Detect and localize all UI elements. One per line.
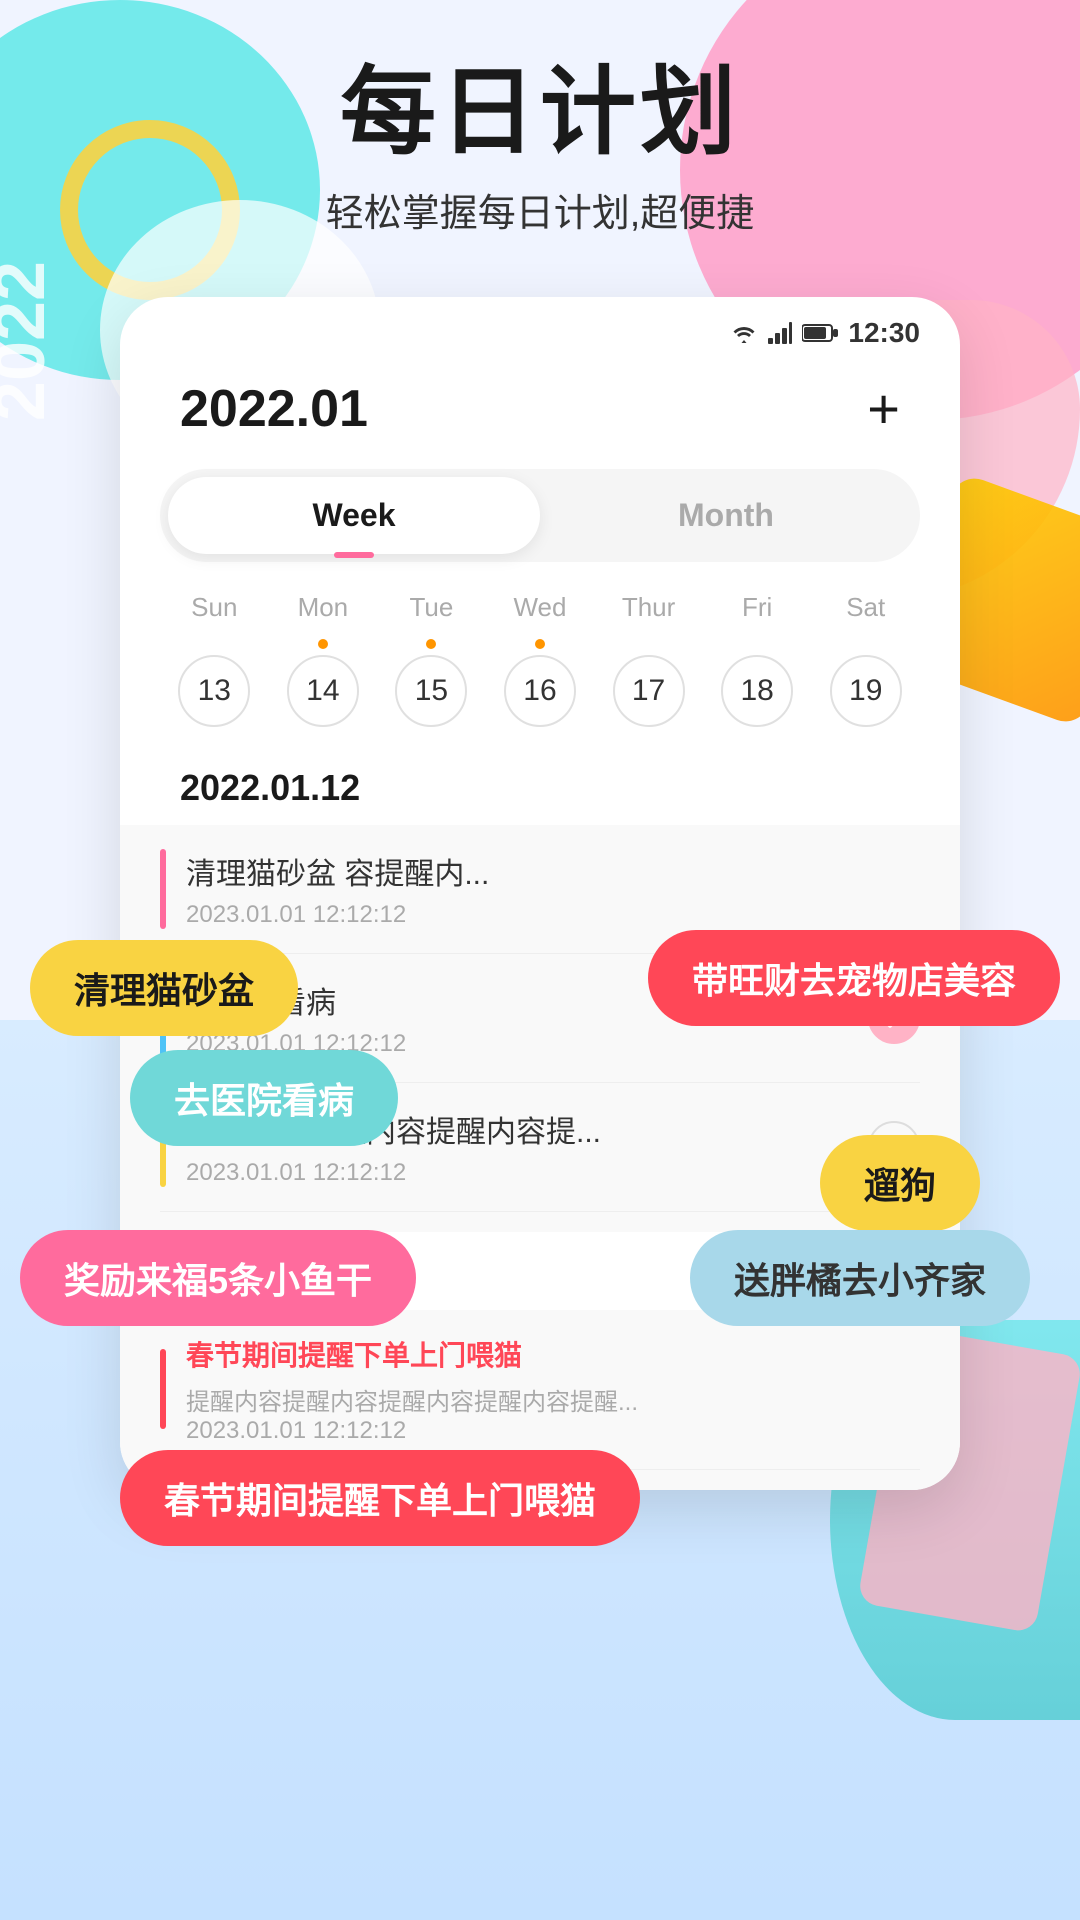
date-cell-18[interactable]: 18 [703,639,812,727]
date-13: 13 [178,655,250,727]
badge-pet-shop[interactable]: 带旺财去宠物店美容 [648,930,1060,1026]
header-section: 每日计划 轻松掌握每日计划,超便捷 [0,0,1080,257]
date-section-1: 2022.01.12 [120,747,960,825]
signal-icon [768,322,792,344]
year-month-label: 2022.01 [180,379,368,439]
dot-13 [209,639,219,649]
date-19: 19 [830,655,902,727]
task-meta-1: 2023.01.01 12:12:12 [186,901,920,929]
calendar-header: 2022.01 + [120,359,960,469]
task-meta-4b: 2023.01.01 12:12:12 [186,1417,920,1445]
date-17: 17 [613,655,685,727]
date-cell-15[interactable]: 15 [377,639,486,727]
app-subtitle: 轻松掌握每日计划,超便捷 [60,182,1020,237]
date-cell-14[interactable]: 14 [269,639,378,727]
date-16: 16 [504,655,576,727]
badge-cat-litter[interactable]: 清理猫砂盆 [30,940,298,1036]
day-sun: Sun [160,592,269,623]
date-cell-19[interactable]: 19 [811,639,920,727]
day-fri: Fri [703,592,812,623]
date-cell-16[interactable]: 16 [486,639,595,727]
status-icons: 12:30 [730,317,920,349]
status-time: 12:30 [848,317,920,349]
badge-hospital[interactable]: 去医院看病 [130,1050,398,1146]
day-mon: Mon [269,592,378,623]
tab-week[interactable]: Week [168,477,540,554]
day-wed: Wed [486,592,595,623]
badge-walk-dog[interactable]: 遛狗 [820,1135,980,1231]
dot-15 [426,639,436,649]
task-line-1 [160,849,166,929]
date-15: 15 [395,655,467,727]
view-tabs: Week Month [160,469,920,562]
task-meta-3: 2023.01.01 12:12:12 [186,1159,868,1187]
task-meta-4a: 提醒内容提醒内容提醒内容提醒内容提醒... [186,1382,920,1417]
date-cell-17[interactable]: 17 [594,639,703,727]
task-item-4[interactable]: 春节期间提醒下单上门喂猫 提醒内容提醒内容提醒内容提醒内容提醒... 2023.… [160,1310,920,1470]
battery-icon [802,323,838,343]
day-tue: Tue [377,592,486,623]
status-bar: 12:30 [120,297,960,359]
badge-reward-cat[interactable]: 奖励来福5条小鱼干 [20,1230,416,1326]
dot-14 [318,639,328,649]
badge-send-cat[interactable]: 送胖橘去小齐家 [690,1230,1030,1326]
dot-16 [535,639,545,649]
tab-month[interactable]: Month [540,477,912,554]
dot-17 [644,639,654,649]
date-18: 18 [721,655,793,727]
week-dates-row: 13 14 15 16 [120,639,960,747]
app-title: 每日计划 [60,60,1020,166]
dot-19 [861,639,871,649]
dot-18 [752,639,762,649]
date-14: 14 [287,655,359,727]
day-thur: Thur [594,592,703,623]
date-cell-13[interactable]: 13 [160,639,269,727]
tab-indicator [334,552,374,558]
task-line-4 [160,1349,166,1429]
task-title-4: 春节期间提醒下单上门喂猫 [186,1334,920,1374]
task-title-1: 清理猫砂盆 容提醒内... [186,849,920,893]
week-days-header: Sun Mon Tue Wed Thur Fri Sat [120,592,960,623]
year-watermark: 2022 [0,261,61,421]
badge-spring-festival[interactable]: 春节期间提醒下单上门喂猫 [120,1450,640,1546]
add-button[interactable]: + [867,381,900,437]
task-content-4: 春节期间提醒下单上门喂猫 提醒内容提醒内容提醒内容提醒内容提醒... 2023.… [186,1334,920,1445]
wifi-icon [730,322,758,344]
task-content-1: 清理猫砂盆 容提醒内... 2023.01.01 12:12:12 [186,849,920,929]
day-sat: Sat [811,592,920,623]
